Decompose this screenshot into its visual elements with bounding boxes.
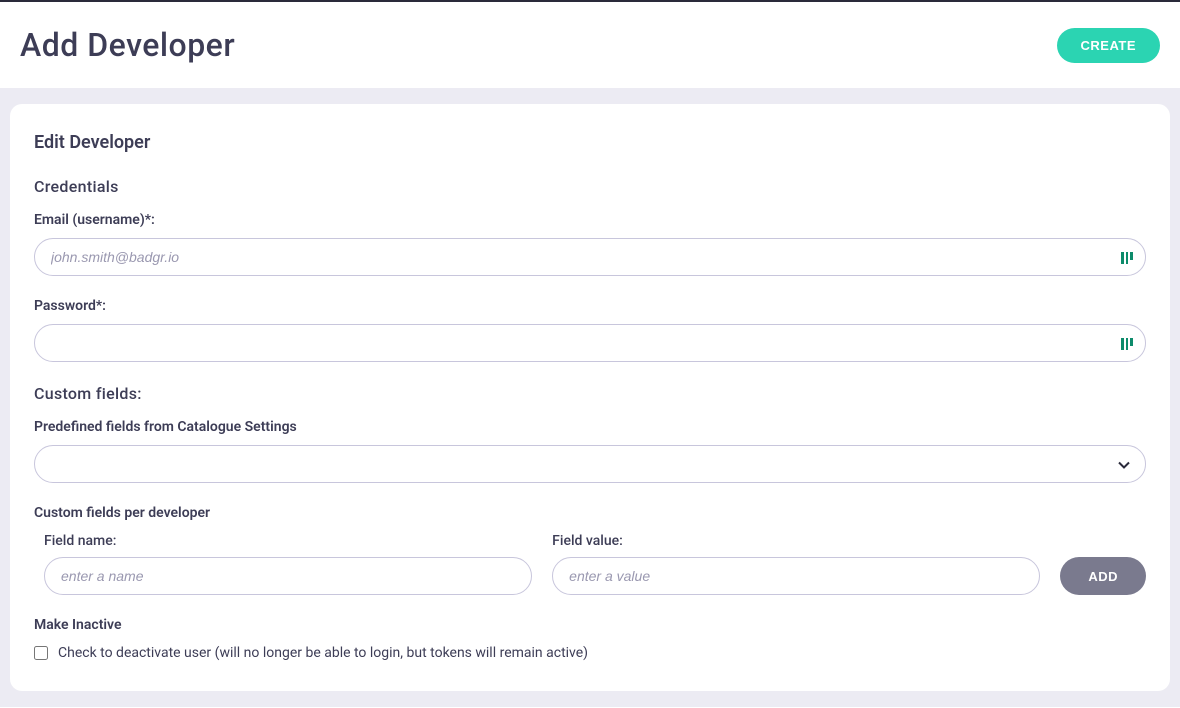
edit-developer-card: Edit Developer Credentials Email (userna… <box>10 104 1170 691</box>
field-name-col: Field name: <box>44 533 532 595</box>
deactivate-row: Check to deactivate user (will no longer… <box>34 645 1146 661</box>
deactivate-checkbox-label[interactable]: Check to deactivate user (will no longer… <box>58 645 588 661</box>
field-value-input[interactable] <box>552 557 1040 595</box>
custom-fields-section-title: Custom fields: <box>34 384 1146 403</box>
predefined-fields-label: Predefined fields from Catalogue Setting… <box>34 419 1146 435</box>
field-name-input[interactable] <box>44 557 532 595</box>
field-value-col: Field value: <box>552 533 1040 595</box>
predefined-select-wrap <box>34 445 1146 483</box>
field-name-label: Field name: <box>44 533 532 549</box>
email-input-wrap <box>34 238 1146 276</box>
password-field[interactable] <box>34 324 1146 362</box>
field-value-label: Field value: <box>552 533 1040 549</box>
custom-field-row: Field name: Field value: ADD <box>34 533 1146 595</box>
credentials-section-title: Credentials <box>34 177 1146 196</box>
page-title: Add Developer <box>20 26 235 64</box>
make-inactive-label: Make Inactive <box>34 617 1146 633</box>
inactive-section: Make Inactive Check to deactivate user (… <box>34 617 1146 661</box>
create-button[interactable]: CREATE <box>1057 28 1160 63</box>
predefined-fields-select[interactable] <box>34 445 1146 483</box>
content-area: Edit Developer Credentials Email (userna… <box>0 88 1180 707</box>
card-title: Edit Developer <box>34 132 1146 153</box>
password-input-wrap <box>34 324 1146 362</box>
header-bar: Add Developer CREATE <box>0 2 1180 88</box>
per-developer-label: Custom fields per developer <box>34 505 1146 521</box>
email-label: Email (username)*: <box>34 212 1146 228</box>
email-field[interactable] <box>34 238 1146 276</box>
add-button[interactable]: ADD <box>1060 557 1146 595</box>
deactivate-checkbox[interactable] <box>34 646 48 660</box>
password-label: Password*: <box>34 298 1146 314</box>
